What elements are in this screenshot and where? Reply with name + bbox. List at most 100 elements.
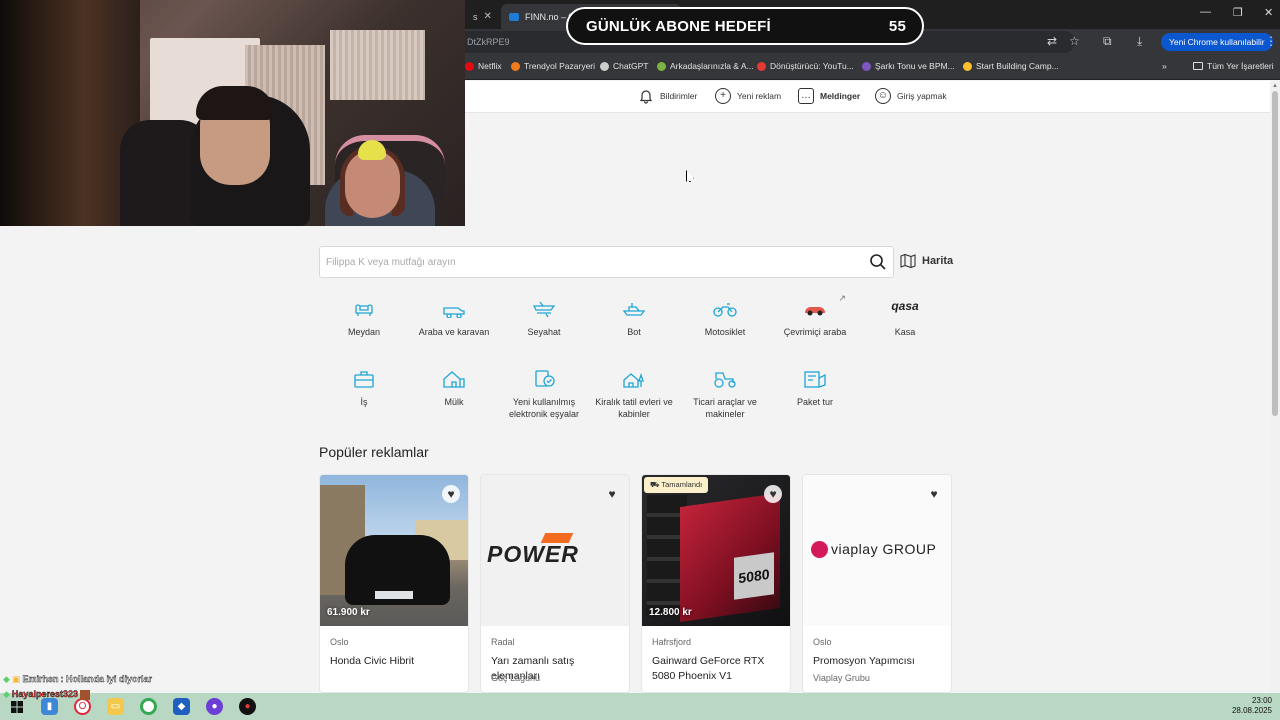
ad-card[interactable]: POWER ♥ Radal Yarı zamanlı satış elemanl…: [480, 474, 630, 693]
bookmark-label: Dönüştürücü: YouTu...: [770, 61, 854, 71]
chat-message: ◆ Hayalperest323: [3, 687, 152, 702]
obs-icon[interactable]: ●: [206, 698, 223, 715]
menu-kebab-icon[interactable]: ⋮: [1265, 34, 1277, 48]
external-link-icon: ↗: [838, 293, 846, 303]
trendyol-icon: [511, 61, 520, 71]
arkadaslar-icon: [657, 61, 666, 71]
favorite-heart-icon[interactable]: ♥: [764, 485, 782, 503]
minimize-icon[interactable]: —: [1200, 6, 1211, 18]
power-logo: POWER: [487, 541, 579, 567]
cabin-icon: [623, 372, 644, 388]
nav-notifications[interactable]: Bildirimler: [638, 88, 697, 104]
ad-image: viaplay GROUP ♥: [803, 475, 951, 626]
category-label: Yeni kullanılmış elektronik eşyalar: [508, 397, 580, 419]
window-close-icon[interactable]: ✕: [1264, 6, 1273, 19]
more-bookmarks-icon[interactable]: »: [1162, 61, 1167, 71]
category-label: Seyahat: [527, 327, 561, 337]
nav-messages[interactable]: … Meldinger: [798, 88, 860, 104]
ad-card[interactable]: ⛟ Tamamlandı 5080 12.800 kr ♥ Hafrsfjord…: [641, 474, 791, 693]
ad-card[interactable]: 61.900 kr ♥ Oslo Honda Civic Hibrit: [319, 474, 469, 693]
bookmark-arkadaslar[interactable]: Arkadaşlarınızla & A...: [657, 61, 754, 71]
bookmark-label: Tüm Yer İşaretleri: [1207, 61, 1274, 71]
bookmark-trendyol[interactable]: Trendyol Pazaryeri: [511, 61, 595, 71]
search-icon[interactable]: [869, 253, 887, 271]
subscriber-goal-overlay: GÜNLÜK ABONE HEDEFİ 55: [566, 7, 924, 45]
tab-previous[interactable]: s ✕: [465, 4, 500, 29]
chatgpt-icon: [600, 61, 609, 71]
category-commercial[interactable]: Ticari araçlar ve makineler: [680, 370, 770, 420]
favorite-heart-icon[interactable]: ♥: [925, 485, 943, 503]
page-scrollbar[interactable]: ▲: [1270, 81, 1280, 693]
bookmark-netflix[interactable]: Netflix: [465, 61, 502, 71]
favorite-heart-icon[interactable]: ♥: [442, 485, 460, 503]
extensions-icon[interactable]: ⧉: [1103, 34, 1112, 49]
category-property[interactable]: Mülk: [409, 370, 499, 408]
house-icon: [443, 371, 465, 388]
goal-value: 55: [888, 17, 906, 35]
category-car[interactable]: Araba ve karavan: [409, 300, 499, 338]
sofa-icon: [355, 304, 373, 316]
category-qasa[interactable]: qasa Kasa: [860, 300, 950, 338]
site-header: Bildirimler + Yeni reklam … Meldinger ☺ …: [465, 81, 1270, 113]
online-car-icon: [805, 307, 825, 316]
bookmark-sarki[interactable]: Şarkı Tonu ve BPM...: [862, 61, 955, 71]
category-jobs[interactable]: İş: [319, 370, 409, 408]
ad-card[interactable]: viaplay GROUP ♥ Oslo Promosyon Yapımcısı…: [802, 474, 952, 693]
chat-badge-icon: ◆: [3, 674, 10, 684]
goal-label: GÜNLÜK ABONE HEDEFİ: [586, 17, 771, 35]
chat-text: : Hollanda iyi diyorlar: [60, 674, 152, 684]
all-bookmarks[interactable]: Tüm Yer İşaretleri: [1193, 61, 1274, 71]
system-clock[interactable]: 23:00 28.08.2025: [1232, 696, 1272, 716]
category-package-tour[interactable]: Paket tur: [770, 370, 860, 408]
motorcycle-icon: [713, 303, 737, 317]
bookmark-star-icon[interactable]: ☆: [1069, 34, 1080, 48]
user-icon: ☺: [875, 88, 891, 104]
maximize-icon[interactable]: ❐: [1233, 6, 1243, 19]
completed-badge: ⛟ Tamamlandı: [644, 477, 709, 493]
chat-badge-icon: ◆: [3, 689, 10, 699]
category-cabins[interactable]: Kiralık tatil evleri ve kabinler: [589, 370, 679, 420]
plane-icon: [532, 301, 556, 318]
favorite-heart-icon[interactable]: ♥: [603, 485, 621, 503]
popular-ads-title: Popüler reklamlar: [319, 444, 429, 460]
package-tour-icon: [804, 371, 826, 388]
category-label: Paket tur: [796, 397, 834, 407]
bookmark-donusturucu[interactable]: Dönüştürücü: YouTu...: [757, 61, 854, 71]
bookmark-label: ChatGPT: [613, 61, 649, 71]
bookmark-label: Arkadaşlarınızla & A...: [670, 61, 754, 71]
close-icon[interactable]: ✕: [484, 11, 492, 22]
category-electronics[interactable]: Yeni kullanılmış elektronik eşyalar: [499, 370, 589, 420]
webcam-overlay: [0, 0, 465, 226]
bpm-icon: [862, 61, 871, 71]
category-meydan[interactable]: Meydan: [319, 300, 409, 338]
ad-company: Güç Lagünü: [491, 673, 541, 683]
app-icon[interactable]: ◆: [173, 698, 190, 715]
category-boat[interactable]: Bot: [589, 300, 679, 338]
folder-icon: [1193, 62, 1203, 70]
nav-label: Giriş yapmak: [897, 91, 947, 101]
app-icon[interactable]: ●: [239, 698, 256, 715]
category-motorcycle[interactable]: Motosiklet: [680, 300, 770, 338]
update-chrome-button[interactable]: Yeni Chrome kullanılabilir: [1161, 33, 1273, 51]
nav-login[interactable]: ☺ Giriş yapmak: [875, 88, 947, 104]
nav-label: Bildirimler: [660, 91, 698, 101]
category-online-car[interactable]: ↗ Çevrimiçi araba: [770, 293, 860, 338]
bookmark-chatgpt[interactable]: ChatGPT: [600, 61, 648, 71]
category-label: Kiralık tatil evleri ve kabinler: [595, 397, 673, 419]
clock-date: 28.08.2025: [1231, 706, 1272, 715]
category-travel[interactable]: Seyahat: [499, 300, 589, 338]
category-label: Araba ve karavan: [418, 327, 490, 337]
map-label: Harita: [922, 255, 954, 267]
ad-image: POWER ♥: [481, 475, 629, 626]
ad-location: Hafrsfjord: [652, 637, 692, 647]
downloads-icon[interactable]: ⤓: [1137, 34, 1142, 49]
translate-icon[interactable]: ⇄: [1047, 34, 1057, 48]
nav-new-ad[interactable]: + Yeni reklam: [715, 88, 781, 104]
search-input[interactable]: [320, 247, 840, 277]
car-icon: [443, 307, 465, 318]
bell-icon: [639, 90, 653, 104]
map-button[interactable]: Harita: [900, 253, 953, 269]
ad-location: Radal: [491, 637, 515, 647]
category-label: Meydan: [347, 327, 381, 337]
bookmark-camp[interactable]: Start Building Camp...: [963, 61, 1059, 71]
